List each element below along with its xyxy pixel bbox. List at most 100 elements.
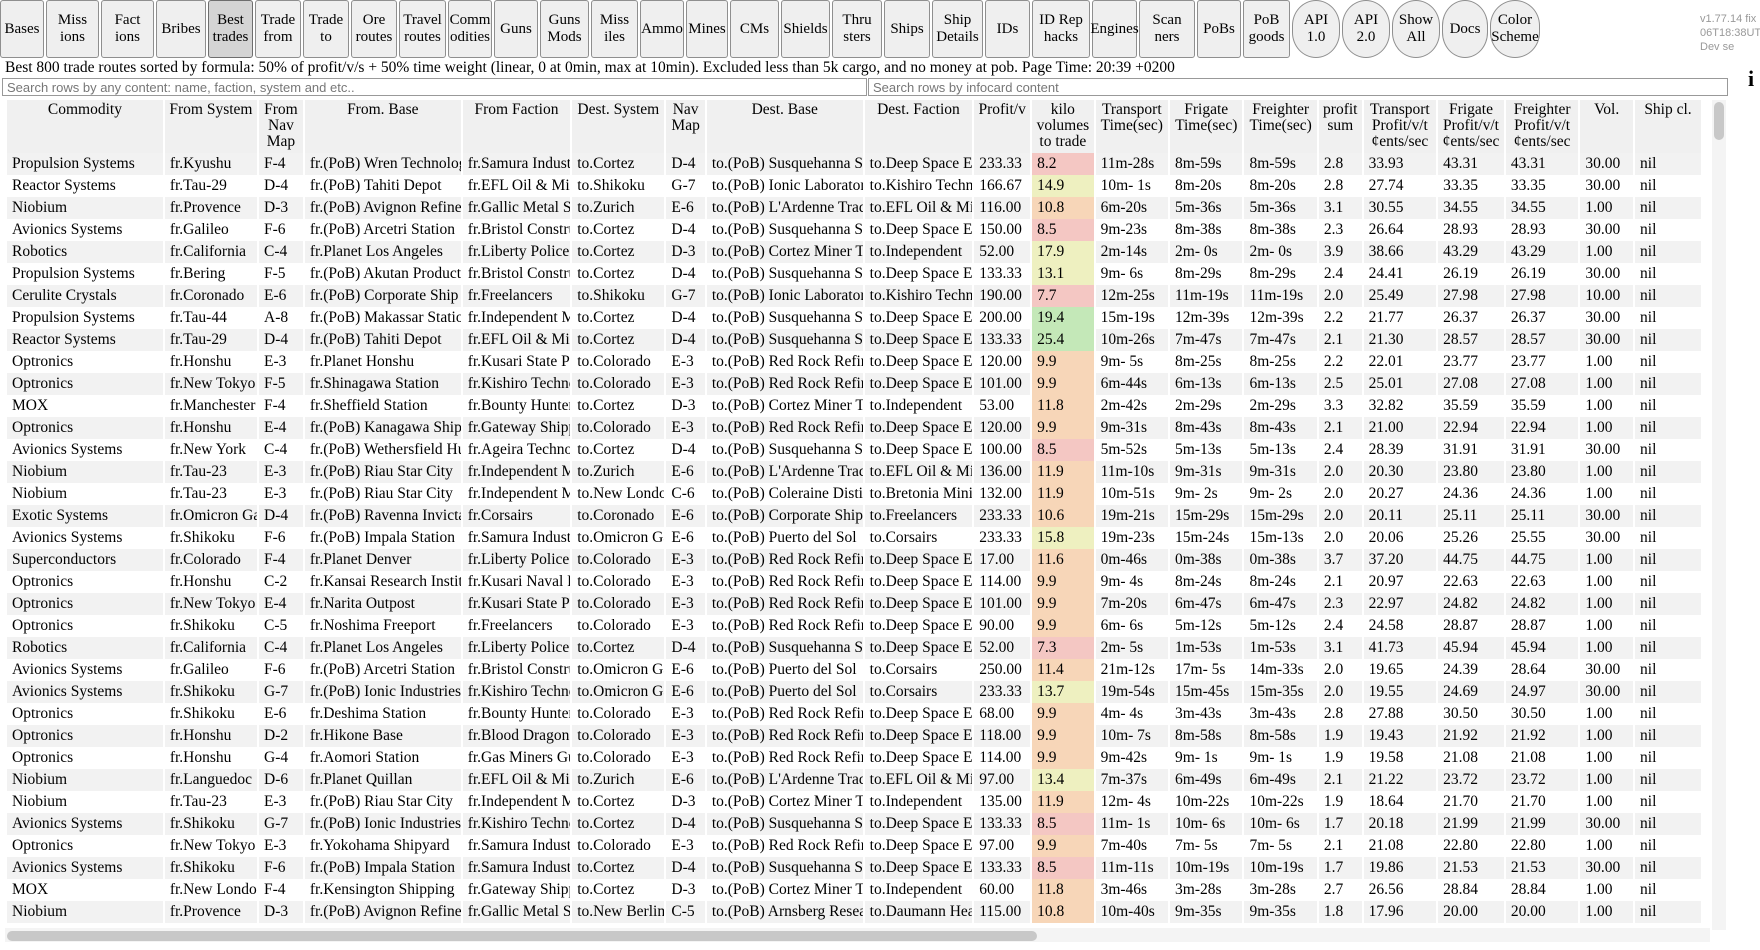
table-row[interactable]: Optronics fr.New Tokyo E-3 fr.Yokohama Ship… (7, 835, 1701, 857)
nav-button-show-all[interactable]: Show All (1392, 0, 1440, 58)
table-row[interactable]: Avionics Systems fr.Shikoku F-6 fr.(PoB) Im… (7, 857, 1701, 879)
nav-button-mines[interactable]: Mines (686, 0, 728, 58)
table-row[interactable]: Cerulite Crystals fr.Coronado E-6 fr.(PoB) … (7, 285, 1701, 307)
vertical-scrollbar-thumb[interactable] (1714, 102, 1724, 140)
column-header[interactable]: Freighter Time(sec) (1244, 100, 1317, 153)
table-cell: 20.00 (1438, 901, 1504, 923)
nav-button-guns[interactable]: Guns (494, 0, 538, 58)
table-row[interactable]: Niobium fr.Tau-23 E-3 fr.(PoB) Riau Star Ci… (7, 483, 1701, 505)
column-header[interactable]: Dest. System (572, 100, 665, 153)
table-row[interactable]: Propulsion Systems fr.Bering F-5 fr.(PoB) A… (7, 263, 1701, 285)
column-header[interactable]: From System (164, 100, 257, 153)
column-header[interactable]: From Faction (462, 100, 571, 153)
table-row[interactable]: Propulsion Systems fr.Kyushu F-4 fr.(PoB) W… (7, 153, 1701, 175)
nav-button-bribes[interactable]: Bribes (156, 0, 206, 58)
table-row[interactable]: Avionics Systems fr.Shikoku F-6 fr.(PoB) Im… (7, 527, 1701, 549)
table-row[interactable]: Optronics fr.Honshu E-3 fr.Planet Honshu fr.… (7, 351, 1701, 373)
nav-button-docs[interactable]: Docs (1442, 0, 1488, 58)
table-row[interactable]: Optronics fr.Honshu G-4 fr.Aomori Station fr… (7, 747, 1701, 769)
nav-button-engines[interactable]: Engines (1090, 0, 1139, 58)
column-header[interactable]: Vol. (1580, 100, 1634, 153)
nav-button-ore-routes[interactable]: Ore routes (351, 0, 397, 58)
column-header[interactable]: Commodity (7, 100, 163, 153)
table-row[interactable]: Exotic Systemsfr.Omicron GammaD-4fr.(PoB… (7, 505, 1701, 527)
nav-button-trade-to[interactable]: Trade to (303, 0, 349, 58)
table-row[interactable]: Avionics Systems fr.Galileo F-6 fr.(PoB) Ar… (7, 219, 1701, 241)
table-row[interactable]: Reactor Systems fr.Tau-29 D-4 fr.(PoB) Tahi… (7, 329, 1701, 351)
info-icon[interactable]: i (1748, 66, 1754, 92)
table-row[interactable]: Avionics Systems fr.Shikoku G-7 fr.(PoB) Io… (7, 681, 1701, 703)
nav-button-thru-sters[interactable]: Thru sters (832, 0, 882, 58)
search-rows-input[interactable] (2, 78, 867, 96)
nav-button-ship-details[interactable]: Ship Details (932, 0, 983, 58)
table-row[interactable]: Avionics Systems fr.Galileo F-6 fr.(PoB) Ar… (7, 659, 1701, 681)
nav-button-travel-routes[interactable]: Travel routes (399, 0, 446, 58)
table-row[interactable]: Avionics Systems fr.New York C-4 fr.(PoB) W… (7, 439, 1701, 461)
column-header[interactable]: Dest. Faction (864, 100, 973, 153)
table-cell: to.Colorado (572, 571, 665, 593)
column-header[interactable]: Ship cl. (1635, 100, 1701, 153)
column-header[interactable]: Transport Time(sec) (1095, 100, 1169, 153)
nav-button-guns-mods[interactable]: Guns Mods (540, 0, 589, 58)
nav-button-ids[interactable]: IDs (985, 0, 1030, 58)
column-header[interactable]: Freighter Profit/v/t ¢ents/sec (1505, 100, 1579, 153)
table-row[interactable]: Optronics fr.New Tokyo E-4 fr.Narita Outpos… (7, 593, 1701, 615)
table-row[interactable]: Optronics fr.Honshu E-4 fr.(PoB) Kanagawa S… (7, 417, 1701, 439)
column-header[interactable]: Frigate Time(sec) (1170, 100, 1243, 153)
nav-button-comm-odities[interactable]: Comm odities (448, 0, 492, 58)
column-header[interactable]: Profit/v (974, 100, 1031, 153)
horizontal-scrollbar-thumb[interactable] (7, 931, 1037, 941)
table-row[interactable]: Niobium fr.Tau-23 E-3 fr.(PoB) Riau Star Ci… (7, 461, 1701, 483)
table-row[interactable]: Optronics fr.Honshu D-2 fr.Hikone Base fr.Bl… (7, 725, 1701, 747)
nav-button-cms[interactable]: CMs (730, 0, 779, 58)
table-row[interactable]: MOX fr.Manchester F-4 fr.Sheffield Station f… (7, 395, 1701, 417)
table-row[interactable]: Optronics fr.Shikoku C-5 fr.Noshima Freepor… (7, 615, 1701, 637)
table-row[interactable]: Superconductors fr.Colorado F-4 fr.Planet D… (7, 549, 1701, 571)
nav-button-ships[interactable]: Ships (884, 0, 930, 58)
table-row[interactable]: MOX fr.New London F-4 fr.Kensington Shippin… (7, 879, 1701, 901)
nav-button-color-scheme[interactable]: Color Scheme (1490, 0, 1540, 58)
column-header[interactable]: kilo volumes to trade (1032, 100, 1094, 153)
column-header[interactable]: Frigate Profit/v/t ¢ents/sec (1438, 100, 1504, 153)
table-row[interactable]: Niobium fr.Languedoc D-6 fr.Planet Quillan f… (7, 769, 1701, 791)
nav-button-scan-ners[interactable]: Scan ners (1139, 0, 1195, 58)
table-row[interactable]: Reactor Systems fr.Tau-29 D-4 fr.(PoB) Tahi… (7, 175, 1701, 197)
table-cell: to.(PoB) Red Rock Refinery (706, 571, 863, 593)
table-row[interactable]: Niobium fr.Provence D-3 fr.(PoB) Avignon Re… (7, 197, 1701, 219)
nav-button-ammo[interactable]: Ammo (640, 0, 684, 58)
nav-button-miss-iles[interactable]: Miss iles (591, 0, 638, 58)
vertical-scrollbar[interactable] (1712, 100, 1726, 930)
table-row[interactable]: Avionics Systems fr.Shikoku G-7 fr.(PoB) Io… (7, 813, 1701, 835)
nav-button-pobs[interactable]: PoBs (1197, 0, 1241, 58)
table-row[interactable]: Propulsion Systems fr.Tau-44 A-8 fr.(PoB) M… (7, 307, 1701, 329)
column-header[interactable]: profit sum (1318, 100, 1362, 153)
table-row[interactable]: Optronics fr.Shikoku E-6 fr.Deshima Station… (7, 703, 1701, 725)
horizontal-scrollbar[interactable] (5, 928, 1710, 942)
nav-button-miss-ions[interactable]: Miss ions (46, 0, 99, 58)
table-row[interactable]: Niobium fr.Provence D-3 fr.(PoB) Avignon Re… (7, 901, 1701, 923)
table-cell: to.(PoB) Susquehanna Station (706, 263, 863, 285)
nav-button-trade-from[interactable]: Trade from (255, 0, 301, 58)
nav-button-api-2-0[interactable]: API 2.0 (1342, 0, 1390, 58)
nav-button-id-rep-hacks[interactable]: ID Rep hacks (1032, 0, 1090, 58)
nav-button-pob-goods[interactable]: PoB goods (1243, 0, 1290, 58)
table-cell: to.(PoB) Coleraine Distillery (706, 483, 863, 505)
nav-button-shields[interactable]: Shields (781, 0, 830, 58)
table-row[interactable]: Robotics fr.California C-4 fr.Planet Los An… (7, 241, 1701, 263)
table-row[interactable]: Niobium fr.Tau-23 E-3 fr.(PoB) Riau Star Ci… (7, 791, 1701, 813)
table-row[interactable]: Robotics fr.California C-4 fr.Planet Los An… (7, 637, 1701, 659)
column-header[interactable]: Dest. Base (706, 100, 863, 153)
table-cell: E-3 (666, 373, 705, 395)
nav-button-bases[interactable]: Bases (0, 0, 44, 58)
nav-button-api-1-0[interactable]: API 1.0 (1292, 0, 1340, 58)
table-cell: fr.California (164, 637, 257, 659)
search-infocards-input[interactable] (868, 78, 1728, 96)
column-header[interactable]: Nav Map (666, 100, 705, 153)
column-header[interactable]: From. Base (304, 100, 461, 153)
table-row[interactable]: Optronics fr.Honshu C-2 fr.Kansai Research … (7, 571, 1701, 593)
nav-button-fact-ions[interactable]: Fact ions (101, 0, 154, 58)
nav-button-best-trades[interactable]: Best trades (208, 0, 253, 58)
column-header[interactable]: Transport Profit/v/t ¢ents/sec (1363, 100, 1437, 153)
table-row[interactable]: Optronics fr.New Tokyo F-5 fr.Shinagawa Sta… (7, 373, 1701, 395)
column-header[interactable]: From Nav Map (259, 100, 303, 153)
